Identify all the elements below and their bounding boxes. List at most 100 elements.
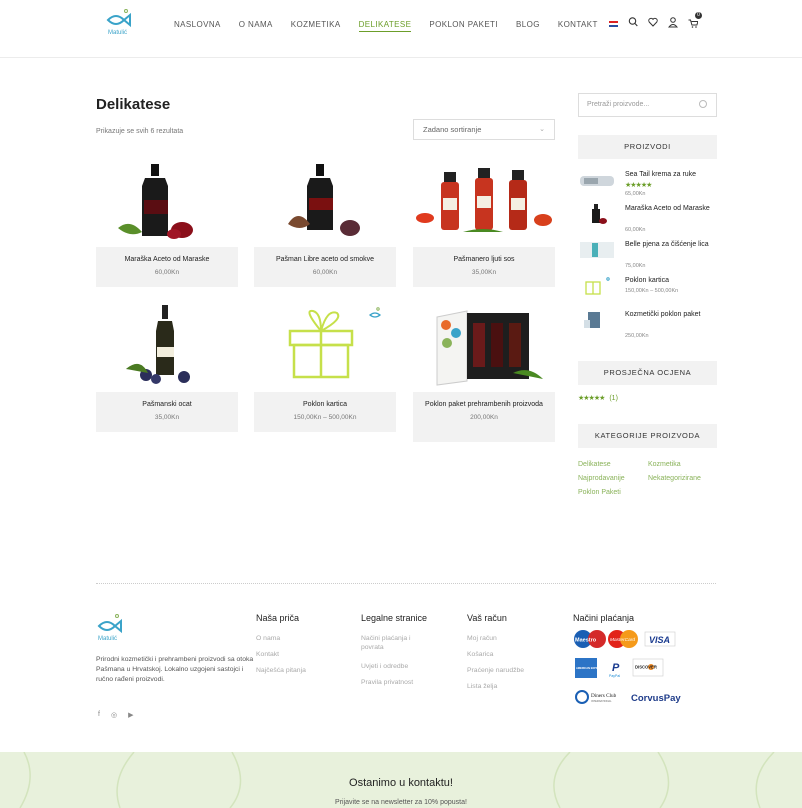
nav-naslovna[interactable]: NASLOVNA <box>174 19 221 32</box>
product-name[interactable]: Pašman Libre aceto od smokve <box>260 255 390 264</box>
footer-link[interactable]: Praćenje narudžbe <box>467 666 524 675</box>
nav-blog[interactable]: BLOG <box>516 19 540 32</box>
product-search-input[interactable]: Pretraži proizvode... <box>578 93 717 117</box>
account-user-icon[interactable] <box>668 16 678 28</box>
average-rating-filter[interactable]: ★★★★★ (1) <box>578 394 618 402</box>
product-card[interactable]: Pašman Libre aceto od smokve 60,00Kn <box>254 158 396 287</box>
rating-stars: ★★★★★ <box>625 182 652 189</box>
site-header: Matulić NASLOVNA O NAMA KOZMETIKA DELIKA… <box>0 0 802 58</box>
rating-widget-title: PROSJEČNA OCJENA <box>578 361 717 385</box>
sidebar-product[interactable]: Belle pjena za čišćenje lica 75,00Kn <box>578 240 717 270</box>
nav-o-nama[interactable]: O NAMA <box>239 19 273 32</box>
sidebar-product-thumb[interactable] <box>578 170 616 190</box>
footer-link[interactable]: Moj račun <box>467 634 497 643</box>
sidebar-product-thumb[interactable] <box>578 310 616 330</box>
cart-count-badge: 0 <box>695 12 702 19</box>
instagram-icon[interactable]: ◎ <box>111 711 117 719</box>
svg-text:CorvusPay: CorvusPay <box>631 693 681 704</box>
sidebar-product-name[interactable]: Belle pjena za čišćenje lica <box>625 240 717 249</box>
chevron-down-icon: ⌄ <box>539 126 545 133</box>
search-placeholder: Pretraži proizvode... <box>587 101 650 108</box>
product-card[interactable]: Poklon paket prehrambenih proizvoda 200,… <box>413 303 555 442</box>
sidebar-product-name[interactable]: Maraška Aceto od Maraske <box>625 204 717 213</box>
product-image[interactable] <box>254 303 396 387</box>
maestro-logo: Maestro <box>574 630 606 648</box>
footer-link[interactable]: Kontakt <box>256 650 279 659</box>
category-link[interactable]: Najprodavanije <box>578 475 648 482</box>
youtube-icon[interactable]: ▶ <box>128 711 133 719</box>
category-link[interactable]: Poklon Paketi <box>578 489 648 496</box>
sidebar-product-name[interactable]: Kozmetički poklon paket <box>625 310 717 319</box>
footer-link[interactable]: O nama <box>256 634 280 643</box>
product-image[interactable] <box>413 303 555 387</box>
sort-select[interactable]: Zadano sortiranje ⌄ <box>413 119 555 140</box>
paypal-logo: P PayPal <box>609 662 620 678</box>
header-icons: 0 <box>609 12 702 28</box>
category-link[interactable]: Kozmetika <box>648 461 723 468</box>
facebook-icon[interactable]: f <box>98 711 100 719</box>
sidebar-product-thumb[interactable] <box>578 204 616 224</box>
product-card[interactable]: Poklon kartica 150,00Kn – 500,00Kn <box>254 303 396 432</box>
social-links: f ◎ ▶ <box>98 711 133 719</box>
product-card[interactable]: Pašmanero ljuti sos 35,00Kn <box>413 158 555 287</box>
product-name[interactable]: Poklon kartica <box>260 400 390 409</box>
nav-poklon-paketi[interactable]: POKLON PAKETI <box>429 19 498 32</box>
sidebar-product-price: 65,00Kn <box>625 191 646 197</box>
product-image[interactable] <box>254 158 396 242</box>
sidebar-product[interactable]: Maraška Aceto od Maraske 60,00Kn <box>578 204 717 234</box>
sidebar-product-name[interactable]: Poklon kartica <box>625 276 717 285</box>
mastercard-logo: MasterCard <box>608 630 638 648</box>
sidebar-product-price: 250,00Kn <box>625 333 649 339</box>
sidebar-product-thumb[interactable] <box>578 276 616 296</box>
cart-button[interactable]: 0 <box>688 12 702 28</box>
sidebar-product-thumb[interactable] <box>578 240 616 260</box>
footer-link[interactable]: Uvjeti i odredbe <box>361 662 408 671</box>
product-name[interactable]: Poklon paket prehrambenih proizvoda <box>419 400 549 409</box>
result-count: Prikazuje se svih 6 rezultata <box>96 128 184 135</box>
svg-text:P: P <box>612 662 620 674</box>
wishlist-heart-icon[interactable] <box>648 16 658 28</box>
main-nav: NASLOVNA O NAMA KOZMETIKA DELIKATESE POK… <box>174 19 616 32</box>
logo[interactable]: Matulić <box>104 8 134 42</box>
sidebar-product[interactable]: Poklon kartica 150,00Kn – 500,00Kn <box>578 276 717 306</box>
nav-delikatese[interactable]: DELIKATESE <box>358 19 412 32</box>
footer-link[interactable]: Pravila privatnost <box>361 678 413 687</box>
sidebar-product[interactable]: Kozmetički poklon paket 250,00Kn <box>578 310 717 340</box>
product-name[interactable]: Pašmanero ljuti sos <box>419 255 549 264</box>
svg-text:INTERNATIONAL: INTERNATIONAL <box>591 699 612 703</box>
nav-kozmetika[interactable]: KOZMETIKA <box>291 19 341 32</box>
footer-about-text: Prirodni kozmetički i prehrambeni proizv… <box>96 656 254 683</box>
product-image[interactable] <box>96 158 238 242</box>
product-name[interactable]: Maraška Aceto od Maraske <box>102 255 232 264</box>
footer-col-title: Vaš račun <box>467 613 507 623</box>
svg-text:AMERICAN EXPRESS: AMERICAN EXPRESS <box>576 666 603 670</box>
product-name[interactable]: Pašmanski ocat <box>102 400 232 409</box>
product-image[interactable] <box>96 303 238 387</box>
footer-link[interactable]: Košarica <box>467 650 493 659</box>
footer-link[interactable]: Najčešća pitanja <box>256 666 306 675</box>
product-card[interactable]: Maraška Aceto od Maraske 60,00Kn <box>96 158 238 287</box>
sidebar-product[interactable]: Sea Tail krema za ruke ★★★★★ 65,00Kn <box>578 170 717 200</box>
search-icon[interactable] <box>628 16 638 28</box>
svg-text:Maestro: Maestro <box>575 638 597 644</box>
sidebar-product-name[interactable]: Sea Tail krema za ruke <box>625 170 717 179</box>
product-price: 60,00Kn <box>154 269 180 276</box>
products-widget-title: PROIZVODI <box>578 135 717 159</box>
visa-logo: VISA <box>644 631 676 647</box>
svg-text:PayPal: PayPal <box>609 674 620 678</box>
product-price: 200,00Kn <box>470 414 498 421</box>
footer-link[interactable]: Načini plaćanja i povrata <box>361 634 431 652</box>
svg-text:MasterCard: MasterCard <box>610 637 635 643</box>
language-flag-icon[interactable] <box>609 20 618 27</box>
product-image[interactable] <box>413 158 555 242</box>
footer-link[interactable]: Lista želja <box>467 682 497 691</box>
search-icon[interactable] <box>699 100 707 108</box>
footer-logo[interactable]: Matulić <box>96 612 126 644</box>
footer-divider <box>96 583 716 584</box>
product-price: 150,00Kn – 500,00Kn <box>293 414 357 421</box>
category-link[interactable]: Delikatese <box>578 461 648 468</box>
nav-kontakt[interactable]: KONTAKT <box>558 19 598 32</box>
product-card[interactable]: Pašmanski ocat 35,00Kn <box>96 303 238 432</box>
corvuspay-logo: CorvusPay <box>631 693 681 704</box>
category-link[interactable]: Nekategorizirane <box>648 475 723 482</box>
